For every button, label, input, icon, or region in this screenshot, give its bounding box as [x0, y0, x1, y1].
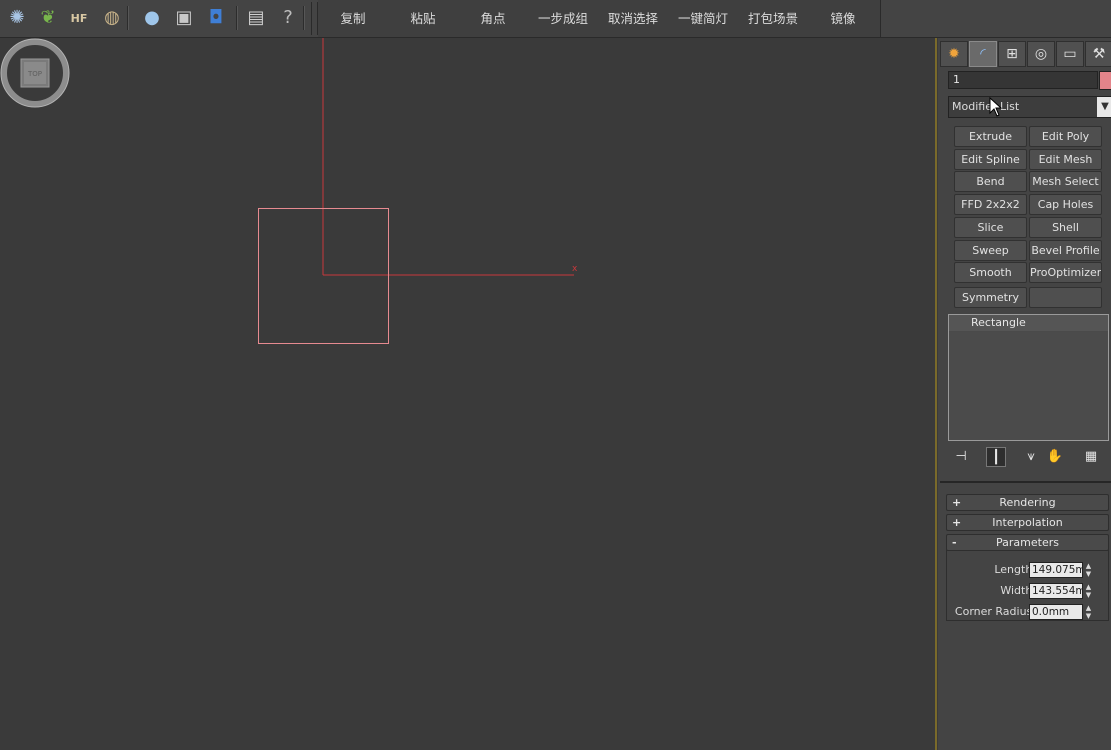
render-setup-icon[interactable]: ▣ — [171, 5, 197, 31]
ornatrix-icon[interactable]: ◍ — [99, 5, 125, 31]
viewcube[interactable]: TOP — [0, 38, 70, 108]
modifier-stack[interactable]: Rectangle — [948, 314, 1109, 441]
modifier-list-label: Modifier List — [952, 100, 1020, 113]
modifier-button-bend[interactable]: Bend — [954, 171, 1027, 192]
motion-tab[interactable]: ◎ — [1027, 41, 1055, 67]
grass-plugin-icon[interactable]: ❦ — [35, 5, 61, 31]
modifier-button-mesh-select[interactable]: Mesh Select — [1029, 171, 1102, 192]
quick-button-5[interactable]: 取消选择 — [598, 0, 668, 37]
modifier-button-edit-spline[interactable]: Edit Spline — [954, 149, 1027, 170]
modifier-button-sweep[interactable]: Sweep — [954, 240, 1027, 261]
quick-button-3[interactable]: 角点 — [458, 0, 528, 37]
material-sphere-icon[interactable]: ● — [139, 5, 165, 31]
modify-tab[interactable]: ◜ — [969, 41, 997, 67]
stack-toolbar: ⊣ ┃ ⩛ ✋ ▦ — [948, 445, 1108, 467]
configure-sets-icon[interactable]: ▦ — [1082, 447, 1100, 465]
rollout-toggle-icon[interactable]: + — [952, 515, 961, 530]
object-color-swatch[interactable] — [1099, 71, 1111, 90]
gear-plugin-icon[interactable]: ✺ — [4, 5, 30, 31]
param-row: Width: 143.554m ▲ ▼ — [947, 583, 1108, 599]
object-name-field[interactable]: 1 — [948, 71, 1098, 89]
modifier-button-edit-mesh[interactable]: Edit Mesh — [1029, 149, 1102, 170]
display-tab[interactable]: ▭ — [1056, 41, 1084, 67]
command-panel: ✹ ◜ ⊞ ◎ ▭ ⚒ 1 Modifier List ▼ Extrude Edit Pol… — [938, 38, 1111, 750]
pivot-mark: ⅰ — [322, 265, 324, 274]
parameters-rollout-body: Length: 149.075m ▲ ▼ Width: 143.554m ▲ ▼ Corner … — [946, 550, 1109, 621]
utilities-tab[interactable]: ⚒ — [1085, 41, 1111, 67]
create-tab[interactable]: ✹ — [940, 41, 968, 67]
pin-stack-icon[interactable]: ⊣ — [952, 447, 970, 465]
modifier-button-ffd-2x2x2[interactable]: FFD 2x2x2 — [954, 194, 1027, 215]
render-region-icon[interactable]: ◘ — [203, 5, 229, 31]
modifier-button-smooth[interactable]: Smooth — [954, 262, 1027, 283]
rollout-title: Interpolation — [992, 516, 1063, 529]
mouse-cursor-icon — [989, 97, 1003, 117]
show-end-result-icon[interactable]: ┃ — [986, 447, 1006, 467]
modifier-button-shell[interactable]: Shell — [1029, 217, 1102, 238]
main-toolbar: ✺ ❦ HF ◍ ● ▣ ◘ ▤? 复制 粘贴 角点 一步成组 取消选择 一键简灯 打包场景 镜像 — [0, 0, 1111, 38]
modifier-button-symmetry[interactable]: Symmetry — [954, 287, 1027, 308]
hair-fur-icon[interactable]: HF — [66, 5, 92, 31]
modifier-button-empty-slot[interactable] — [1029, 287, 1102, 308]
toolbar-separator — [127, 6, 129, 30]
viewport-canvas[interactable]: x ⅰ — [0, 38, 935, 750]
modifier-button-edit-poly[interactable]: Edit Poly — [1029, 126, 1102, 147]
modifier-list-dropdown[interactable]: Modifier List ▼ — [948, 96, 1111, 118]
rollout-toggle-icon[interactable]: - — [952, 535, 957, 550]
panel-divider — [940, 481, 1111, 483]
stack-item-rectangle[interactable]: Rectangle — [949, 315, 1108, 332]
param-value-input[interactable]: 0.0mm — [1029, 604, 1083, 620]
rollout-title: Rendering — [999, 496, 1056, 509]
spinner-arrows-icon[interactable]: ▲ ▼ — [1084, 583, 1093, 599]
rollout-rendering[interactable]: + Rendering — [946, 494, 1109, 511]
modifier-button-extrude[interactable]: Extrude — [954, 126, 1027, 147]
rollout-interpolation[interactable]: + Interpolation — [946, 514, 1109, 531]
top-viewport[interactable]: x ⅰ TOP — [0, 38, 937, 750]
quick-command-bar: 复制 粘贴 角点 一步成组 取消选择 一键简灯 打包场景 镜像 — [318, 0, 881, 37]
spinner-arrows-icon[interactable]: ▲ ▼ — [1084, 604, 1093, 620]
axis-x-label: x — [572, 264, 578, 274]
quick-button-7[interactable]: 打包场景 — [738, 0, 808, 37]
make-unique-icon[interactable]: ⩛ — [1022, 447, 1040, 465]
quick-button-6[interactable]: 一键简灯 — [668, 0, 738, 37]
toolbar-separator — [303, 6, 305, 30]
modifier-button-slice[interactable]: Slice — [954, 217, 1027, 238]
quick-button-2[interactable]: 粘贴 — [388, 0, 458, 37]
hierarchy-tab[interactable]: ⊞ — [998, 41, 1026, 67]
remove-modifier-icon[interactable]: ✋ — [1046, 447, 1064, 465]
toolbar-grip[interactable] — [311, 2, 318, 35]
rollout-toggle-icon[interactable]: + — [952, 495, 961, 510]
toolbar-separator — [236, 6, 238, 30]
quick-button-4[interactable]: 一步成组 — [528, 0, 598, 37]
chevron-down-icon[interactable]: ▼ — [1097, 97, 1111, 117]
quick-button-8[interactable]: 镜像 — [808, 0, 878, 37]
modifier-button-prooptimizer[interactable]: ProOptimizer — [1029, 262, 1102, 283]
param-row: Length: 149.075m ▲ ▼ — [947, 562, 1108, 578]
rollout-parameters[interactable]: - Parameters — [946, 534, 1109, 551]
clipboard-icon[interactable]: ▤ — [243, 5, 269, 31]
spinner-arrows-icon[interactable]: ▲ ▼ — [1084, 562, 1093, 578]
viewcube-label: TOP — [27, 70, 42, 78]
param-value-input[interactable]: 149.075m — [1029, 562, 1083, 578]
param-value-input[interactable]: 143.554m — [1029, 583, 1083, 599]
param-row: Corner Radius: 0.0mm ▲ ▼ — [947, 604, 1108, 620]
help-icon[interactable]: ? — [275, 5, 301, 31]
param-label: Corner Radius: — [954, 605, 1036, 618]
modifier-button-cap-holes[interactable]: Cap Holes — [1029, 194, 1102, 215]
quick-button-1[interactable]: 复制 — [318, 0, 388, 37]
rollout-title: Parameters — [996, 536, 1059, 549]
modifier-button-bevel-profile[interactable]: Bevel Profile — [1029, 240, 1102, 261]
